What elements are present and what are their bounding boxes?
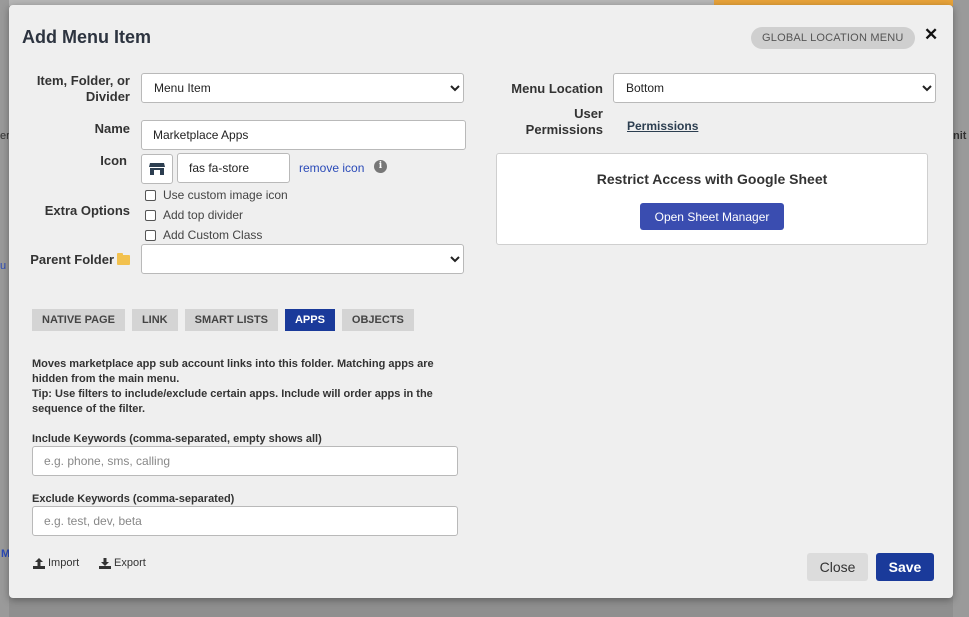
apps-description: Moves marketplace app sub account links … xyxy=(32,357,452,417)
icon-class-input[interactable] xyxy=(177,153,290,183)
close-icon[interactable]: ✕ xyxy=(924,25,938,45)
background-fragment: nit xyxy=(953,130,967,142)
download-icon xyxy=(99,557,111,569)
upload-icon xyxy=(33,557,45,569)
menu-location-label: Menu Location xyxy=(511,81,603,96)
type-select[interactable]: Menu Item xyxy=(141,73,464,103)
background-left-strip xyxy=(0,0,9,617)
save-button[interactable]: Save xyxy=(876,553,934,581)
tab-link[interactable]: LINK xyxy=(131,309,178,331)
remove-icon-link[interactable]: remove icon xyxy=(299,161,364,175)
tab-smart-lists[interactable]: SMART LISTS xyxy=(184,309,278,331)
content-type-tabs: NATIVE PAGE LINK SMART LISTS APPS OBJECT… xyxy=(32,309,414,331)
parent-folder-select[interactable] xyxy=(141,244,464,274)
export-button[interactable]: Export xyxy=(99,557,146,569)
export-label: Export xyxy=(114,557,146,569)
info-icon[interactable]: i xyxy=(374,160,387,173)
store-icon[interactable] xyxy=(141,154,173,184)
background-right-strip xyxy=(953,0,969,617)
tab-objects[interactable]: OBJECTS xyxy=(341,309,414,331)
import-label: Import xyxy=(48,557,80,569)
tab-apps[interactable]: APPS xyxy=(284,309,335,331)
menu-location-select[interactable]: Bottom xyxy=(613,73,936,103)
checkbox-box[interactable] xyxy=(145,189,156,201)
apps-tip-text: Tip: Use filters to include/exclude cert… xyxy=(32,388,433,415)
parent-folder-label-text: Parent Folder xyxy=(30,252,114,267)
google-sheet-title: Restrict Access with Google Sheet xyxy=(596,171,828,187)
name-label: Name xyxy=(94,121,130,136)
checkbox-box[interactable] xyxy=(145,229,156,241)
modal-title: Add Menu Item xyxy=(22,27,151,47)
icon-label: Icon xyxy=(100,153,127,168)
apps-description-text: Moves marketplace app sub account links … xyxy=(32,358,434,385)
folder-icon xyxy=(117,253,130,265)
name-input[interactable] xyxy=(141,120,466,150)
open-sheet-manager-button[interactable]: Open Sheet Manager xyxy=(640,203,784,230)
checkbox-box[interactable] xyxy=(145,209,156,221)
parent-folder-label: Parent Folder xyxy=(19,252,130,268)
checkbox-label: Add top divider xyxy=(163,208,244,222)
import-button[interactable]: Import xyxy=(33,557,79,569)
top-divider-checkbox[interactable]: Add top divider xyxy=(145,208,243,222)
google-sheet-card: Restrict Access with Google Sheet Open S… xyxy=(496,153,928,245)
custom-class-checkbox[interactable]: Add Custom Class xyxy=(145,228,262,242)
checkbox-label: Add Custom Class xyxy=(163,228,263,242)
include-keywords-label: Include Keywords (comma-separated, empty… xyxy=(32,433,322,445)
custom-image-icon-checkbox[interactable]: Use custom image icon xyxy=(145,188,288,202)
add-menu-item-modal: Add Menu Item GLOBAL LOCATION MENU ✕ Ite… xyxy=(9,5,953,598)
scope-badge: GLOBAL LOCATION MENU xyxy=(751,27,915,49)
permissions-link[interactable]: Permissions xyxy=(627,119,698,133)
type-label: Item, Folder, or Divider xyxy=(36,73,130,104)
extra-options-label: Extra Options xyxy=(44,203,130,218)
tab-native-page[interactable]: NATIVE PAGE xyxy=(32,309,125,331)
close-button[interactable]: Close xyxy=(807,553,868,581)
exclude-keywords-label: Exclude Keywords (comma-separated) xyxy=(32,493,235,505)
checkbox-label: Use custom image icon xyxy=(163,188,288,202)
user-permissions-label: User Permissions xyxy=(525,106,603,137)
exclude-keywords-input[interactable] xyxy=(32,506,458,536)
background-fragment: u xyxy=(0,260,7,272)
include-keywords-input[interactable] xyxy=(32,446,458,476)
